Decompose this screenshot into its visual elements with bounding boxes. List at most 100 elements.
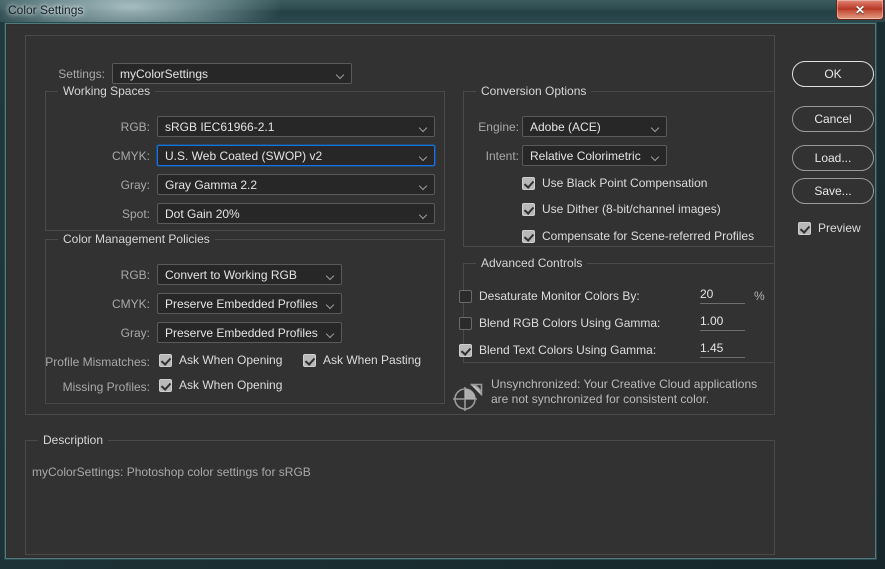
working-spot-value: Dot Gain 20%: [165, 206, 240, 221]
chevron-down-icon: [420, 212, 427, 216]
policy-gray-value: Preserve Embedded Profiles: [165, 325, 318, 340]
missing-ask-when-opening-label: Ask When Opening: [179, 378, 283, 392]
scene-referred-compensate-label: Compensate for Scene-referred Profiles: [542, 229, 755, 243]
working-cmyk-dropdown[interactable]: U.S. Web Coated (SWOP) v2: [157, 145, 435, 166]
desaturate-amount-input[interactable]: 20: [700, 287, 745, 304]
preview-label: Preview: [818, 221, 861, 235]
blend-text-gamma-checkbox[interactable]: Blend Text Colors Using Gamma:: [459, 343, 656, 357]
chevron-down-icon: [420, 183, 427, 187]
mismatch-ask-when-opening-checkbox[interactable]: Ask When Opening: [159, 353, 282, 367]
preview-checkbox[interactable]: Preview: [798, 221, 861, 235]
policy-gray-dropdown[interactable]: Preserve Embedded Profiles: [157, 322, 342, 343]
working-rgb-dropdown[interactable]: sRGB IEC61966-2.1: [157, 116, 435, 137]
chevron-down-icon: [327, 302, 334, 306]
intent-label: Intent:: [485, 149, 519, 163]
policy-rgb-label: RGB:: [120, 268, 150, 282]
description-text: myColorSettings: Photoshop color setting…: [32, 465, 311, 479]
dialog-body: Settings: myColorSettings Working Spaces…: [7, 25, 874, 557]
ok-button[interactable]: OK: [792, 61, 874, 87]
working-gray-label: Gray:: [120, 178, 150, 192]
working-cmyk-label: CMYK:: [111, 149, 150, 163]
policy-cmyk-label: CMYK:: [111, 297, 150, 311]
checkbox-indicator: [303, 353, 316, 367]
window-title: Color Settings: [8, 3, 84, 17]
checkbox-indicator: [459, 316, 472, 330]
desaturate-unit-label: %: [754, 289, 765, 303]
intent-value: Relative Colorimetric: [530, 148, 641, 163]
blend-rgb-gamma-checkbox[interactable]: Blend RGB Colors Using Gamma:: [459, 316, 660, 330]
chevron-down-icon: [652, 154, 659, 158]
desaturate-monitor-colors-checkbox[interactable]: Desaturate Monitor Colors By:: [459, 289, 640, 303]
mismatch-ask-when-pasting-checkbox[interactable]: Ask When Pasting: [303, 353, 421, 367]
chevron-down-icon: [337, 72, 344, 76]
chevron-down-icon: [420, 125, 427, 129]
settings-preset-dropdown[interactable]: myColorSettings: [112, 63, 352, 84]
settings-label: Settings:: [58, 67, 105, 81]
blend-rgb-gamma-label: Blend RGB Colors Using Gamma:: [479, 316, 661, 330]
conversion-options-title: Conversion Options: [476, 84, 592, 98]
engine-value: Adobe (ACE): [530, 119, 601, 134]
engine-dropdown[interactable]: Adobe (ACE): [522, 116, 667, 137]
use-dither-label: Use Dither (8-bit/channel images): [542, 202, 721, 216]
policy-rgb-value: Convert to Working RGB: [165, 267, 297, 282]
load-button[interactable]: Load...: [792, 145, 874, 171]
advanced-controls-title: Advanced Controls: [476, 256, 588, 270]
close-icon: ✕: [854, 2, 866, 17]
checkbox-indicator: [522, 229, 535, 243]
window-client-area: Settings: myColorSettings Working Spaces…: [4, 22, 877, 560]
intent-dropdown[interactable]: Relative Colorimetric: [522, 145, 667, 166]
blend-text-gamma-value: 1.45: [700, 341, 724, 355]
policy-gray-label: Gray:: [120, 326, 150, 340]
blend-text-gamma-input[interactable]: 1.45: [700, 341, 745, 358]
policy-cmyk-dropdown[interactable]: Preserve Embedded Profiles: [157, 293, 342, 314]
sync-status-message: Unsynchronized: Your Creative Cloud appl…: [491, 377, 758, 406]
chevron-down-icon: [327, 273, 334, 277]
use-dither-checkbox[interactable]: Use Dither (8-bit/channel images): [522, 202, 721, 216]
chevron-down-icon: [420, 154, 427, 158]
blend-rgb-gamma-value: 1.00: [700, 314, 724, 328]
color-management-policies-title: Color Management Policies: [58, 232, 215, 246]
working-cmyk-value: U.S. Web Coated (SWOP) v2: [165, 148, 323, 163]
description-title: Description: [38, 433, 109, 447]
checkbox-indicator: [522, 176, 535, 190]
cancel-button[interactable]: Cancel: [792, 106, 874, 132]
blend-text-gamma-label: Blend Text Colors Using Gamma:: [479, 343, 657, 357]
working-rgb-value: sRGB IEC61966-2.1: [165, 119, 275, 134]
chevron-down-icon: [327, 331, 334, 335]
policy-cmyk-value: Preserve Embedded Profiles: [165, 296, 318, 311]
mismatch-ask-when-opening-label: Ask When Opening: [179, 353, 283, 367]
working-gray-dropdown[interactable]: Gray Gamma 2.2: [157, 174, 435, 195]
checkbox-indicator: [459, 343, 472, 357]
window-titlebar[interactable]: Color Settings ✕: [0, 0, 885, 22]
color-settings-window: Color Settings ✕ Settings: myColorSettin…: [0, 0, 885, 569]
working-spot-dropdown[interactable]: Dot Gain 20%: [157, 203, 435, 224]
profile-mismatches-label: Profile Mismatches:: [45, 355, 150, 369]
desaturate-monitor-colors-label: Desaturate Monitor Colors By:: [479, 289, 640, 303]
missing-ask-when-opening-checkbox[interactable]: Ask When Opening: [159, 378, 282, 392]
chevron-down-icon: [652, 125, 659, 129]
working-spaces-title: Working Spaces: [58, 84, 156, 98]
checkbox-indicator: [798, 221, 811, 235]
conversion-options-group: Conversion Options: [463, 84, 775, 247]
checkbox-indicator: [459, 289, 472, 303]
sync-status-icon: [450, 380, 484, 414]
engine-label: Engine:: [478, 120, 519, 134]
black-point-compensation-checkbox[interactable]: Use Black Point Compensation: [522, 176, 707, 190]
desaturate-amount-value: 20: [700, 287, 714, 301]
checkbox-indicator: [522, 202, 535, 216]
blend-rgb-gamma-input[interactable]: 1.00: [700, 314, 745, 331]
black-point-compensation-label: Use Black Point Compensation: [542, 176, 708, 190]
description-group: Description: [25, 433, 775, 555]
policy-rgb-dropdown[interactable]: Convert to Working RGB: [157, 264, 342, 285]
checkbox-indicator: [159, 378, 172, 392]
scene-referred-compensate-checkbox[interactable]: Compensate for Scene-referred Profiles: [522, 229, 754, 243]
save-button[interactable]: Save...: [792, 178, 874, 204]
close-button[interactable]: ✕: [836, 0, 884, 20]
settings-preset-value: myColorSettings: [120, 66, 209, 81]
working-rgb-label: RGB:: [120, 120, 150, 134]
mismatch-ask-when-pasting-label: Ask When Pasting: [323, 353, 422, 367]
working-spot-label: Spot:: [121, 207, 150, 221]
checkbox-indicator: [159, 353, 172, 367]
missing-profiles-label: Missing Profiles:: [62, 380, 150, 394]
working-gray-value: Gray Gamma 2.2: [165, 177, 258, 192]
